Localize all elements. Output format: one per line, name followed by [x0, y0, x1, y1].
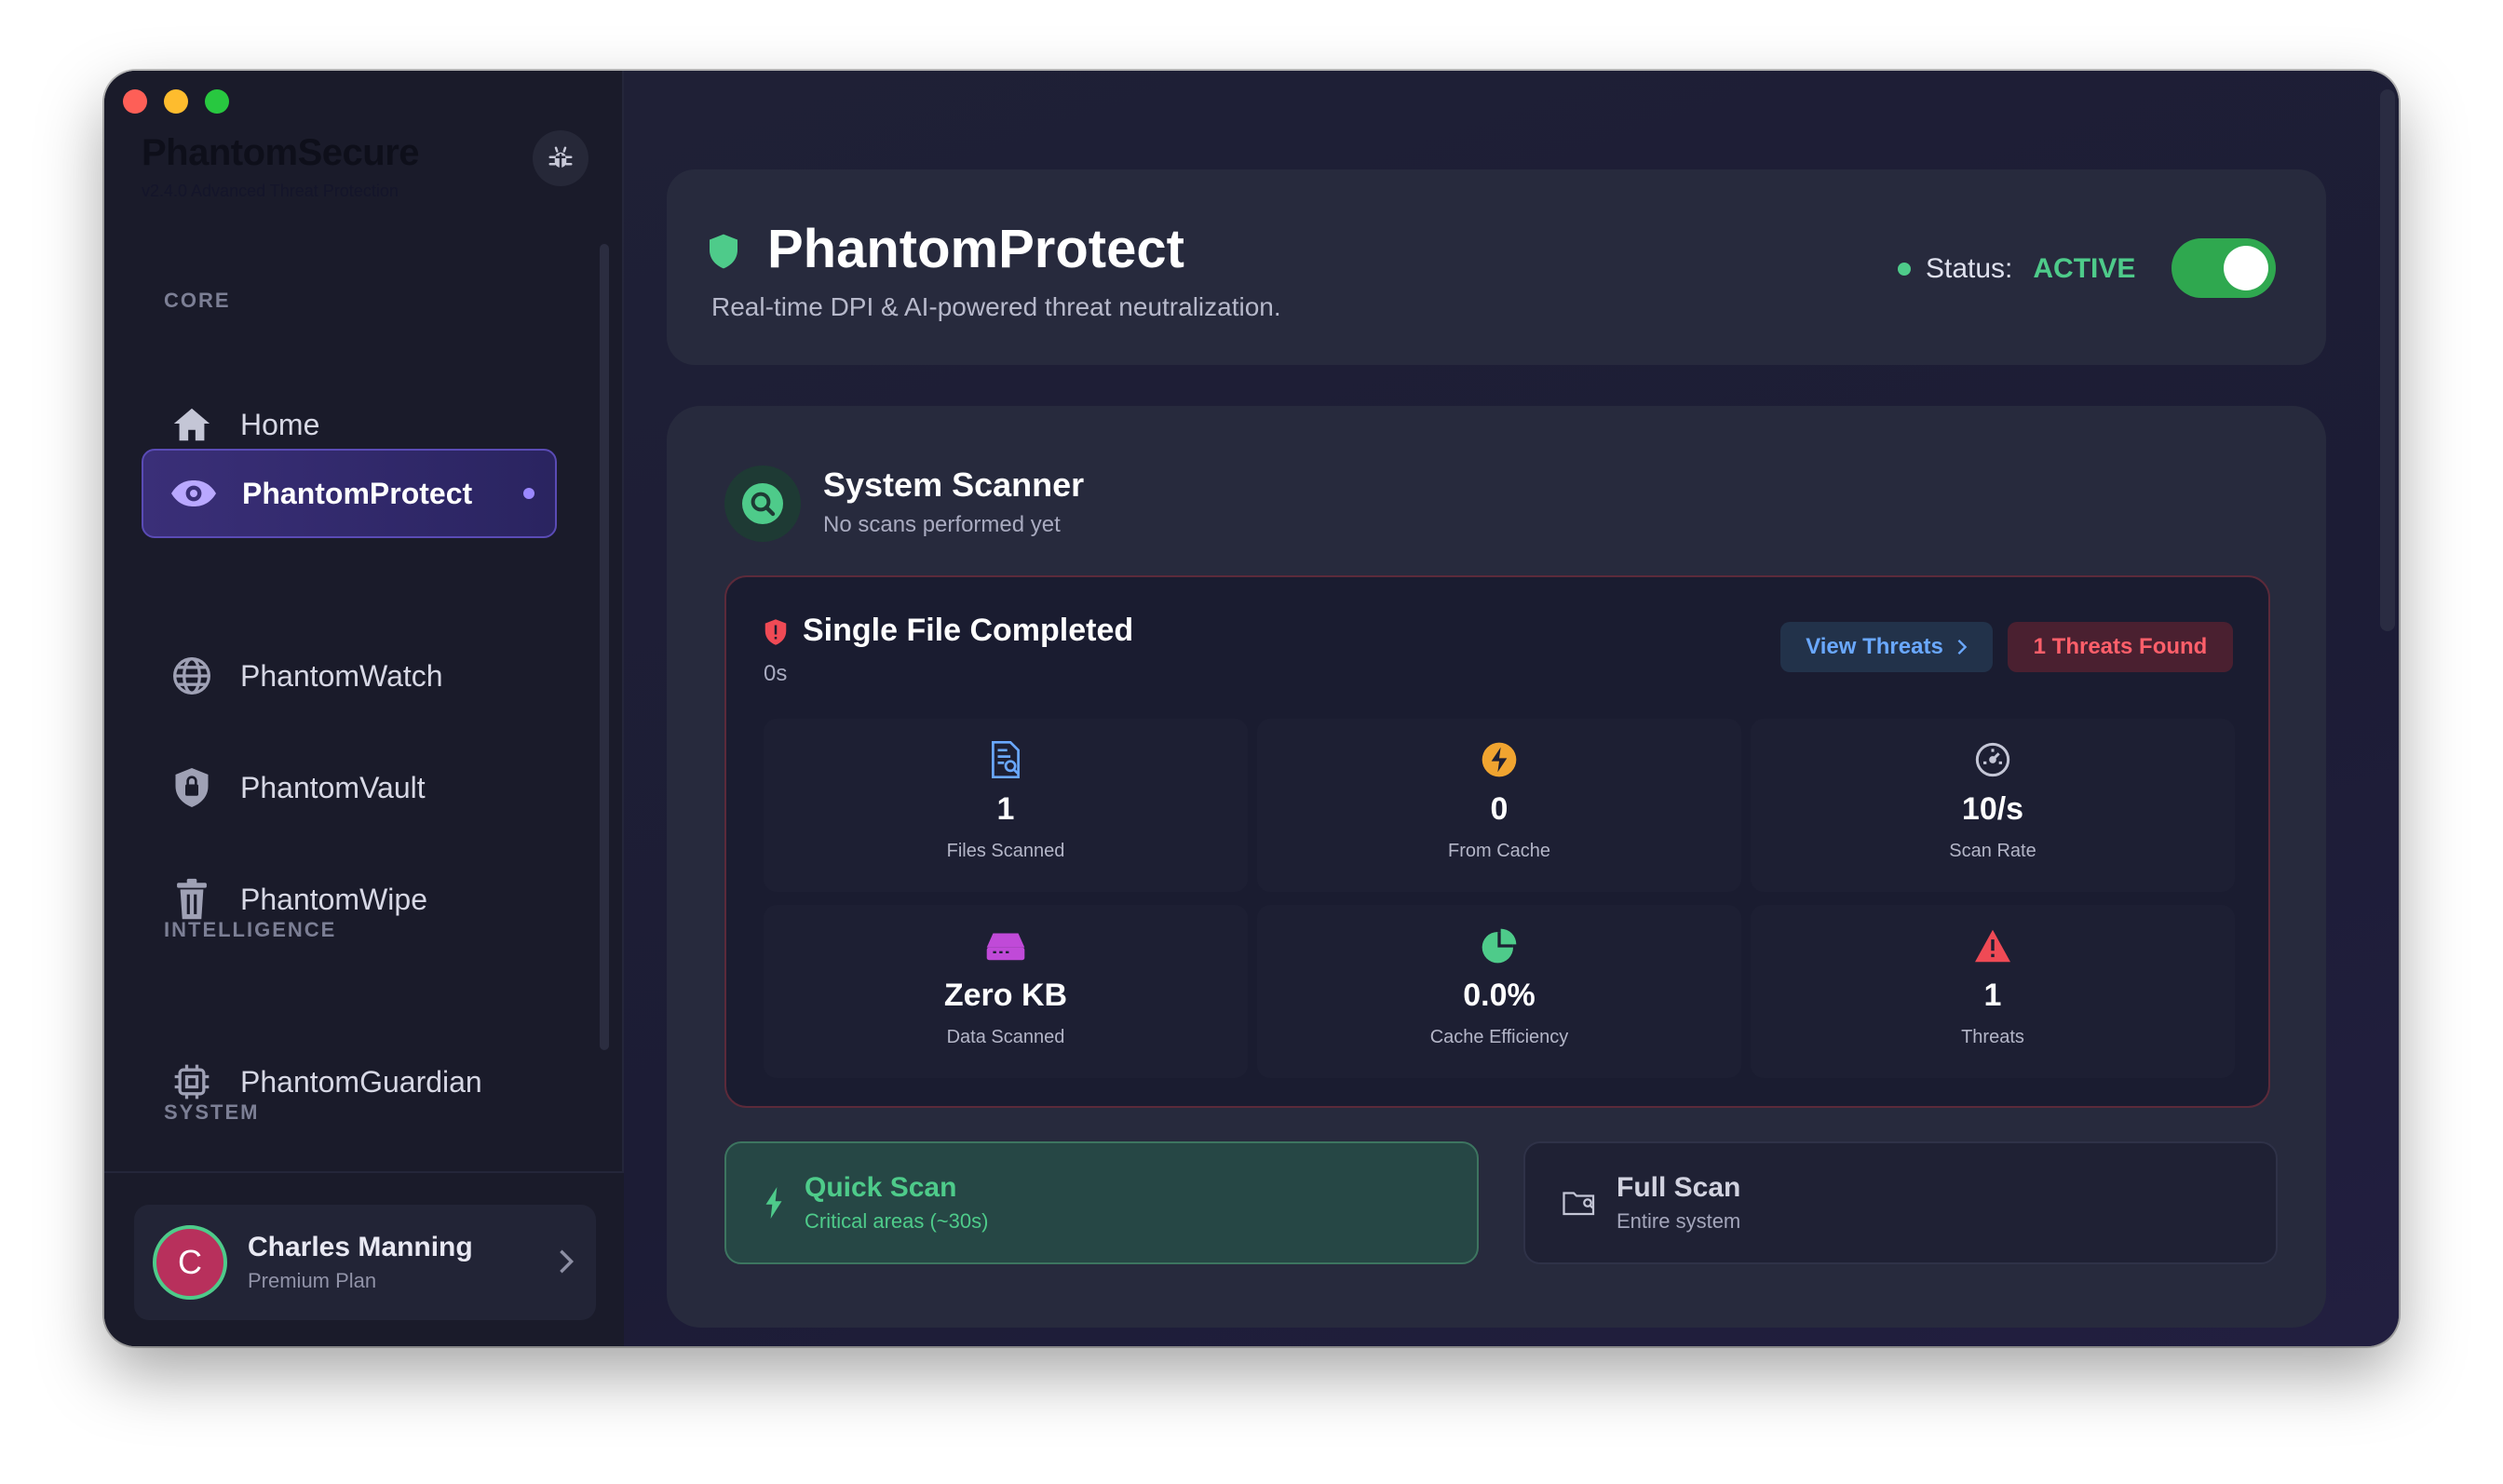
section-label-intelligence: INTELLIGENCE — [164, 918, 337, 941]
bug-icon — [548, 146, 573, 169]
brand-title: PhantomSecure — [142, 132, 420, 173]
sidebar-item-phantomvault[interactable]: PhantomVault — [142, 743, 557, 832]
stat-cache-efficiency: 0.0% Cache Efficiency — [1257, 905, 1741, 1078]
user-profile-button[interactable]: C Charles Manning Premium Plan — [134, 1205, 596, 1320]
page-title: PhantomProtect — [767, 219, 1184, 279]
warning-icon — [1973, 924, 2012, 968]
zoom-window-button[interactable] — [205, 89, 229, 114]
section-label-core: CORE — [164, 289, 231, 312]
stat-value: Zero KB — [943, 978, 1068, 1013]
stat-threats: 1 Threats — [1751, 905, 2235, 1078]
quick-scan-button[interactable]: Quick Scan Critical areas (~30s) — [724, 1141, 1479, 1264]
stat-label: Files Scanned — [946, 841, 1065, 861]
sidebar-item-label: PhantomProtect — [242, 476, 473, 510]
stat-label: Cache Efficiency — [1429, 1027, 1569, 1047]
scan-result-panel: Single File Completed 0s View Threats 1 … — [724, 575, 2270, 1108]
stat-files-scanned: 1 Files Scanned — [764, 719, 1248, 892]
main-content: PhantomProtect Real-time DPI & AI-powere… — [624, 71, 2399, 1346]
folder-scan-icon — [1563, 1189, 1596, 1217]
scanner-title: System Scanner — [823, 465, 1085, 504]
chevron-right-icon — [1957, 639, 1968, 655]
protection-toggle[interactable] — [2172, 238, 2276, 298]
alert-shield-icon — [764, 618, 788, 651]
eye-icon — [169, 469, 218, 518]
stat-label: Threats — [1961, 1027, 2024, 1047]
status-label: Status: — [1926, 253, 2013, 284]
stat-data-scanned: Zero KB Data Scanned — [764, 905, 1248, 1078]
scanner-subtitle: No scans performed yet — [823, 512, 1061, 537]
chip-icon — [168, 1058, 216, 1106]
stat-label: Data Scanned — [946, 1027, 1065, 1047]
section-label-system: SYSTEM — [164, 1100, 260, 1124]
status-indicator: Status: ACTIVE — [1898, 253, 2135, 285]
minimize-window-button[interactable] — [164, 89, 188, 114]
threats-found-badge[interactable]: 1 Threats Found — [2008, 622, 2233, 672]
stat-value: 1 — [1983, 978, 2002, 1013]
sidebar-item-label: Home — [240, 407, 320, 441]
stat-label: From Cache — [1447, 841, 1551, 861]
stat-value: 10/s — [1961, 791, 2024, 827]
document-search-icon — [990, 737, 1021, 782]
globe-icon — [168, 652, 216, 700]
view-threats-label: View Threats — [1806, 634, 1943, 659]
sidebar-item-phantomprotect[interactable]: PhantomProtect — [142, 449, 557, 538]
scanner-badge — [724, 465, 801, 542]
window-controls — [123, 89, 229, 114]
bolt-icon — [1481, 737, 1518, 782]
gauge-icon — [1974, 737, 2011, 782]
status-value: ACTIVE — [2033, 253, 2136, 284]
sidebar-item-label: PhantomWipe — [240, 882, 427, 916]
stat-value: 0.0% — [1463, 978, 1536, 1013]
sidebar: PhantomSecure v2.4.0 Advanced Threat Pro… — [104, 71, 624, 1346]
sidebar-item-label: PhantomWatch — [240, 658, 443, 693]
stat-from-cache: 0 From Cache — [1257, 719, 1741, 892]
avatar: C — [153, 1225, 227, 1300]
user-area: C Charles Manning Premium Plan — [104, 1171, 624, 1346]
user-name: Charles Manning — [248, 1232, 473, 1262]
full-scan-title: Full Scan — [1617, 1172, 1741, 1203]
system-scanner-card: System Scanner No scans performed yet Si… — [667, 406, 2326, 1328]
page-description: Real-time DPI & AI-powered threat neutra… — [711, 292, 1281, 321]
full-scan-subtitle: Entire system — [1617, 1209, 1741, 1233]
app-window: PhantomSecure v2.4.0 Advanced Threat Pro… — [104, 71, 2399, 1346]
drive-icon — [985, 924, 1026, 968]
debug-button[interactable] — [533, 130, 589, 186]
home-icon — [168, 400, 216, 449]
feature-header: PhantomProtect Real-time DPI & AI-powere… — [667, 169, 2326, 365]
bolt-icon — [764, 1187, 784, 1219]
result-duration: 0s — [764, 661, 788, 686]
lock-shield-icon — [168, 763, 216, 812]
stat-value: 1 — [996, 791, 1015, 827]
pie-chart-icon — [1481, 924, 1518, 968]
trash-icon — [168, 875, 216, 924]
status-dot — [1898, 263, 1911, 276]
quick-scan-subtitle: Critical areas (~30s) — [805, 1209, 989, 1233]
sidebar-item-phantomwatch[interactable]: PhantomWatch — [142, 631, 557, 721]
sidebar-item-label: PhantomVault — [240, 770, 426, 804]
brand: PhantomSecure v2.4.0 Advanced Threat Pro… — [142, 132, 420, 201]
view-threats-button[interactable]: View Threats — [1780, 622, 1993, 672]
main-scrollbar[interactable] — [2380, 89, 2395, 631]
sidebar-scrollbar[interactable] — [600, 244, 609, 1050]
stat-scan-rate: 10/s Scan Rate — [1751, 719, 2235, 892]
brand-subtitle: v2.4.0 Advanced Threat Protection — [142, 182, 399, 200]
active-indicator-dot — [523, 488, 534, 499]
sidebar-item-label: PhantomGuardian — [240, 1064, 482, 1099]
full-scan-button[interactable]: Full Scan Entire system — [1523, 1141, 2278, 1264]
user-plan: Premium Plan — [248, 1269, 377, 1292]
stat-value: 0 — [1490, 791, 1509, 827]
toggle-knob — [2224, 246, 2268, 290]
shield-icon — [708, 233, 739, 275]
search-icon — [742, 483, 783, 524]
close-window-button[interactable] — [123, 89, 147, 114]
quick-scan-title: Quick Scan — [805, 1172, 957, 1203]
chevron-right-icon — [557, 1248, 575, 1280]
result-title: Single File Completed — [803, 613, 1134, 648]
stat-label: Scan Rate — [1949, 841, 2036, 861]
